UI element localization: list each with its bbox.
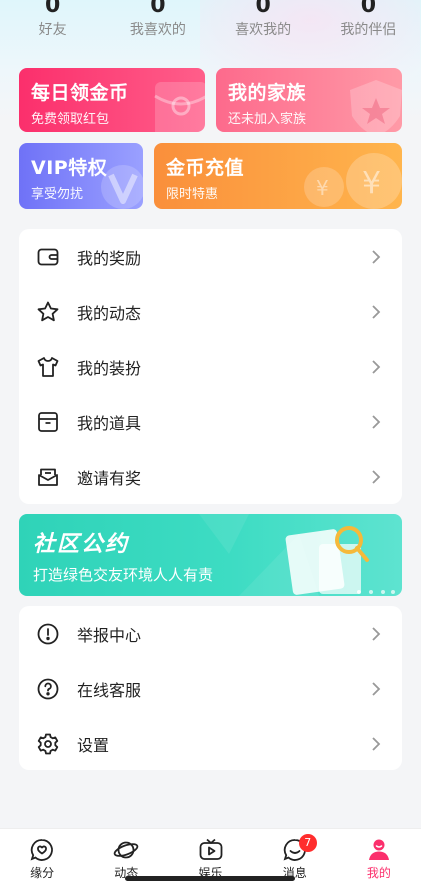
stat-label: 喜欢我的: [235, 22, 292, 38]
family-card[interactable]: 我的家族 还未加入家族: [216, 68, 402, 132]
stat-label: 我喜欢的: [129, 22, 186, 38]
stat-value: 0: [150, 0, 166, 18]
card-subtitle: 还未加入家族: [228, 112, 307, 127]
menu-item-invite[interactable]: 邀请有奖: [19, 449, 402, 504]
secondary-menu-panel: 举报中心 在线客服 设置: [19, 606, 402, 770]
vip-card[interactable]: VIP特权 享受勿扰: [19, 143, 143, 209]
box-icon: [35, 409, 61, 435]
menu-item-label: 举报中心: [77, 625, 142, 645]
heart-chat-icon: [30, 839, 53, 861]
help-icon: [35, 676, 61, 702]
menu-item-label: 我的道具: [77, 413, 142, 433]
menu-item-moments[interactable]: 我的动态: [19, 284, 402, 339]
stat-label: 我的伴侣: [340, 22, 397, 38]
chevron-right-icon: [372, 681, 381, 696]
stat-label: 好友: [38, 22, 67, 38]
nav-tab-entertainment[interactable]: 娱乐: [168, 829, 252, 882]
stat-likes-me[interactable]: 0 喜欢我的: [211, 0, 316, 44]
bottom-nav: 缘分 动态 娱乐 7 消息 我的: [0, 828, 421, 882]
stat-value: 0: [44, 0, 61, 18]
red-packet-icon: [154, 82, 205, 132]
card-title: VIP特权: [31, 157, 108, 179]
menu-item-support[interactable]: 在线客服: [19, 661, 402, 716]
community-rules-banner[interactable]: 社区公约 打造绿色交友环境人人有责: [19, 514, 402, 596]
menu-item-rewards[interactable]: 我的奖励: [19, 229, 402, 284]
card-subtitle: 免费领取红包: [31, 112, 110, 127]
stats-row: 0 好友 0 我喜欢的 0 喜欢我的 0 我的伴侣: [0, 0, 421, 44]
menu-item-label: 邀请有奖: [77, 468, 142, 488]
daily-coin-card[interactable]: 每日领金币 免费领取红包: [19, 68, 205, 132]
stat-partner[interactable]: 0 我的伴侣: [316, 0, 421, 44]
planet-icon: [114, 841, 139, 859]
banner-title: 社区公约: [33, 532, 130, 557]
shield-star-icon: [350, 80, 402, 132]
menu-item-settings[interactable]: 设置: [19, 716, 402, 771]
menu-item-label: 在线客服: [77, 680, 142, 700]
nav-tab-match[interactable]: 缘分: [0, 829, 84, 882]
nav-tab-moments[interactable]: 动态: [84, 829, 168, 882]
chevron-right-icon: [372, 469, 381, 484]
coin-stack-icon: ¥ ¥: [304, 153, 402, 209]
stat-value: 0: [360, 0, 377, 18]
svg-text:¥: ¥: [316, 176, 329, 200]
menu-item-label: 我的奖励: [77, 248, 142, 268]
banner-subtitle: 打造绿色交友环境人人有责: [33, 566, 214, 584]
stat-value: 0: [255, 0, 271, 18]
invite-icon: [35, 464, 61, 490]
card-title: 每日领金币: [31, 82, 129, 104]
nav-label: 我的: [366, 866, 391, 880]
chevron-right-icon: [372, 304, 381, 319]
menu-item-props[interactable]: 我的道具: [19, 394, 402, 449]
wallet-icon: [35, 244, 61, 270]
tv-play-icon: [199, 838, 222, 860]
card-title: 我的家族: [228, 82, 307, 104]
card-title: 金币充值: [166, 157, 245, 179]
chevron-right-icon: [372, 736, 381, 751]
stat-i-like[interactable]: 0 我喜欢的: [105, 0, 210, 44]
menu-item-label: 设置: [77, 735, 110, 755]
card-subtitle: 限时特惠: [166, 187, 219, 202]
alert-icon: [35, 621, 61, 647]
main-menu-panel: 我的奖励 我的动态 我的装扮 我的道具 邀请有奖: [19, 229, 402, 504]
unread-badge: 7: [298, 834, 317, 852]
profile-icon: [368, 839, 389, 860]
gear-icon: [35, 731, 61, 757]
star-icon: [35, 299, 61, 325]
chevron-right-icon: [372, 414, 381, 429]
coin-recharge-card[interactable]: ¥ ¥ 金币充值 限时特惠: [154, 143, 402, 209]
tshirt-icon: [35, 354, 61, 380]
chevron-right-icon: [372, 359, 381, 374]
menu-item-report[interactable]: 举报中心: [19, 606, 402, 661]
nav-tab-messages[interactable]: 7 消息: [253, 829, 337, 882]
stat-friends[interactable]: 0 好友: [0, 0, 105, 44]
svg-text:¥: ¥: [362, 166, 381, 201]
menu-item-label: 我的动态: [77, 303, 142, 323]
card-subtitle: 享受勿扰: [31, 187, 84, 202]
home-indicator: [125, 876, 295, 881]
chevron-right-icon: [372, 626, 381, 641]
nav-tab-profile[interactable]: 我的: [337, 829, 421, 882]
menu-item-label: 我的装扮: [77, 358, 142, 378]
nav-label: 缘分: [30, 866, 55, 880]
chevron-right-icon: [372, 249, 381, 264]
menu-item-outfit[interactable]: 我的装扮: [19, 339, 402, 394]
